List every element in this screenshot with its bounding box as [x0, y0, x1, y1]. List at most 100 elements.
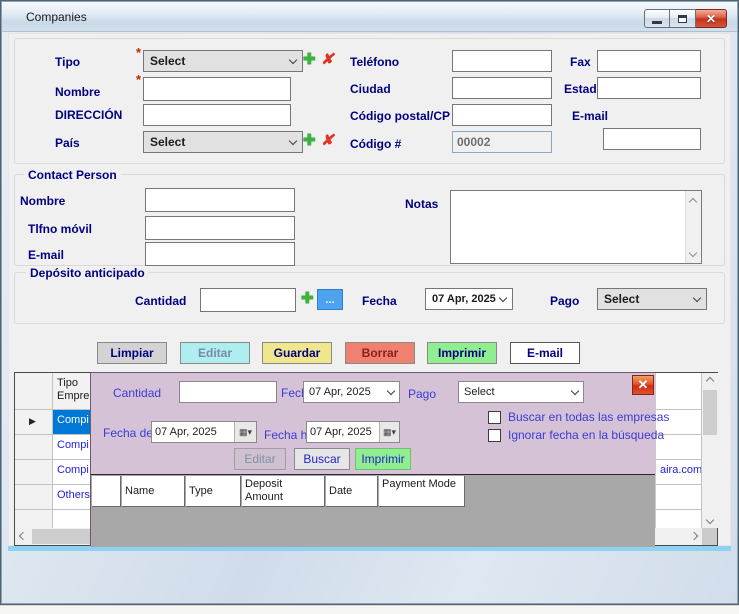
popup-editar-button[interactable]: Editar [234, 448, 286, 470]
direccion-input[interactable] [143, 104, 291, 126]
pais-add-icon[interactable]: ✚ [303, 133, 316, 148]
row-selector[interactable] [15, 485, 53, 510]
grid-cell-right [656, 485, 702, 510]
check-all-companies-row: Buscar en todas las empresas [488, 410, 669, 424]
row-selector[interactable] [15, 510, 53, 528]
fecha-combo-value: 07 Apr, 2025 [432, 293, 500, 305]
deposits-grid: Name Type Deposit Amount Date Payment Mo… [91, 474, 655, 547]
tipo-select[interactable]: Select [143, 50, 303, 72]
pago-label: Pago [550, 294, 579, 308]
email-button[interactable]: E-mail [510, 342, 580, 364]
popup-pago-select[interactable]: Select [458, 381, 584, 403]
chevron-down-icon [289, 55, 297, 63]
fecha-label: Fecha [362, 294, 397, 308]
deposito-more-button[interactable]: ... [317, 289, 343, 310]
nombre-required-asterisk: * [136, 72, 141, 87]
chevron-down-icon [289, 136, 297, 144]
telefono-label: Teléfono [350, 55, 399, 69]
limpiar-button[interactable]: Limpiar [97, 342, 167, 364]
guardar-button[interactable]: Guardar [262, 342, 332, 364]
ignore-date-label: Ignorar fecha en la búsqueda [508, 428, 664, 442]
email-label: E-mail [572, 109, 608, 123]
deposits-grid-corner [92, 476, 121, 507]
telefono-input[interactable] [452, 50, 552, 72]
popup-close-button[interactable]: ✕ [632, 375, 654, 395]
fax-input[interactable] [597, 50, 701, 72]
imprimir-button[interactable]: Imprimir [427, 342, 497, 364]
scroll-up-icon [689, 198, 697, 206]
all-companies-checkbox[interactable] [488, 411, 501, 424]
minimize-button[interactable] [644, 9, 670, 28]
popup-imprimir-button[interactable]: Imprimir [355, 448, 411, 470]
nombre-input[interactable] [143, 77, 291, 101]
codigo-input [452, 131, 552, 153]
fecha-combo[interactable]: 07 Apr, 2025 [425, 288, 513, 310]
deposits-col-deposit[interactable]: Deposit Amount [242, 476, 325, 507]
row-selector[interactable] [15, 435, 53, 460]
grid-vertical-scrollbar[interactable] [702, 373, 718, 528]
cantidad-input[interactable] [200, 288, 296, 312]
popup-fecha-combo[interactable]: 07 Apr, 2025 [303, 381, 400, 403]
fecha-desde-picker[interactable]: 07 Apr, 2025 ▦▾ [151, 421, 257, 443]
maximize-icon [678, 15, 687, 23]
tipo-delete-icon[interactable]: ✘ [321, 52, 334, 67]
codigo-postal-input[interactable] [452, 104, 552, 126]
contact-tlfno-input[interactable] [145, 216, 295, 240]
contact-nombre-input[interactable] [145, 188, 295, 212]
popup-fecha-hasta-label: Fecha ha [264, 428, 306, 442]
direccion-label: DIRECCIÓN [55, 108, 122, 122]
scroll-left-icon [19, 532, 27, 540]
deposito-add-icon[interactable]: ✚ [301, 291, 314, 306]
popup-buscar-button[interactable]: Buscar [294, 448, 350, 470]
row-selector[interactable] [15, 460, 53, 485]
editar-button[interactable]: Editar [180, 342, 250, 364]
vertical-scroll-thumb[interactable] [703, 390, 717, 435]
notas-textarea[interactable] [450, 190, 702, 264]
ciudad-input[interactable] [452, 77, 552, 99]
ignore-date-checkbox[interactable] [488, 429, 501, 442]
email-input[interactable] [603, 128, 701, 150]
row-selector[interactable]: ▶ [15, 410, 53, 435]
pais-select[interactable]: Select [143, 131, 303, 153]
pais-label: País [55, 136, 80, 150]
fax-label: Fax [570, 55, 591, 69]
caption-buttons: ✕ [644, 9, 727, 28]
grid-corner-header [15, 373, 53, 410]
close-button[interactable]: ✕ [696, 9, 727, 28]
scroll-down-icon [706, 516, 714, 524]
deposits-col-payment[interactable]: Payment Mode [379, 476, 465, 507]
nombre-label: Nombre [55, 85, 100, 99]
pago-select[interactable]: Select [597, 288, 707, 310]
deposits-col-type[interactable]: Type [186, 476, 241, 507]
tipo-select-value: Select [150, 54, 290, 68]
pais-select-value: Select [150, 135, 290, 149]
deposits-col-date[interactable]: Date [326, 476, 378, 507]
window-title: Companies [26, 10, 87, 24]
contact-email-label: E-mail [28, 248, 64, 262]
borrar-button[interactable]: Borrar [345, 342, 415, 364]
cantidad-label: Cantidad [135, 294, 186, 308]
tipo-add-icon[interactable]: ✚ [303, 52, 316, 67]
contact-email-input[interactable] [145, 242, 295, 266]
deposits-col-name[interactable]: Name [122, 476, 185, 507]
chevron-down-icon [571, 386, 579, 394]
estado-input[interactable] [597, 77, 701, 99]
pago-select-value: Select [604, 292, 694, 306]
popup-cantidad-label: Cantidad [113, 386, 161, 400]
chevron-down-icon [499, 293, 507, 301]
grid-cell-email[interactable]: aira.com [656, 460, 702, 485]
notas-scrollbar[interactable] [685, 191, 701, 263]
title-bar[interactable]: Companies ✕ [2, 2, 737, 32]
pais-delete-icon[interactable]: ✘ [321, 133, 334, 148]
maximize-button[interactable] [670, 9, 696, 28]
tipo-required-asterisk: * [136, 45, 141, 60]
check-ignore-date-row: Ignorar fecha en la búsqueda [488, 428, 664, 442]
calendar-icon: ▦▾ [379, 422, 399, 442]
popup-cantidad-input[interactable] [179, 381, 277, 403]
tipo-label: Tipo [55, 55, 80, 69]
grid-cell-right [656, 510, 702, 528]
contact-nombre-label: Nombre [20, 194, 65, 208]
chevron-down-icon [387, 386, 395, 394]
all-companies-label: Buscar en todas las empresas [508, 410, 669, 424]
fecha-hasta-picker[interactable]: 07 Apr, 2025 ▦▾ [306, 421, 400, 443]
